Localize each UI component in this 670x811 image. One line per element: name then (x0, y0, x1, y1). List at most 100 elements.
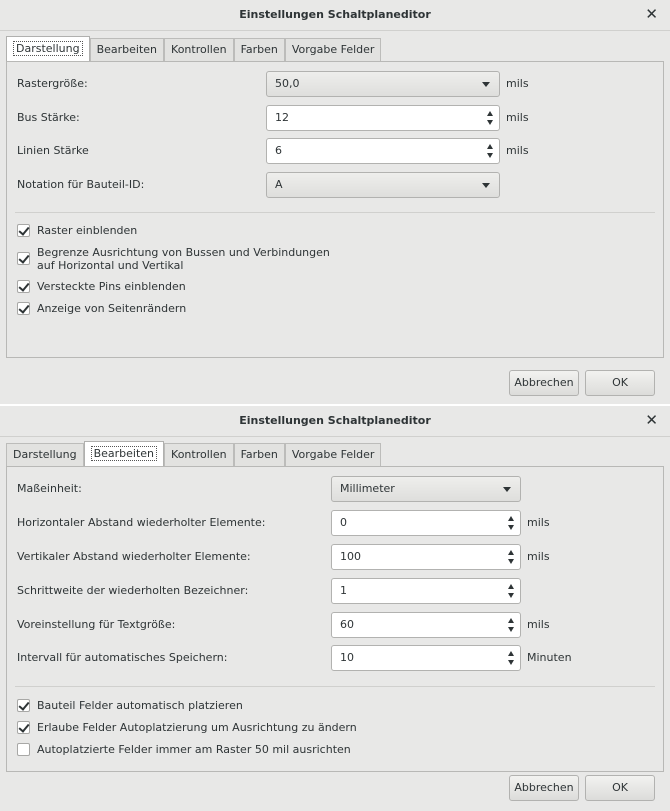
tab-label: Vorgabe Felder (291, 448, 375, 461)
grid-size-value: 50,0 (275, 77, 300, 90)
tab-panel: Maßeinheit: Millimeter Horizontaler Abst… (6, 466, 664, 772)
spin-down-icon[interactable] (508, 627, 514, 632)
tab-kontrollen[interactable]: Kontrollen (164, 38, 234, 61)
ref-notation-combo[interactable]: A (266, 172, 500, 198)
autosave-label: Intervall für automatisches Speichern: (17, 651, 228, 664)
ref-notation-row: Notation für Bauteil-ID: A (15, 172, 655, 198)
page-borders-checkbox[interactable] (17, 302, 30, 315)
hidden-pins-label: Versteckte Pins einblenden (37, 280, 186, 293)
tab-label: Vorgabe Felder (291, 43, 375, 56)
ok-button[interactable]: OK (585, 370, 655, 396)
spin-down-icon[interactable] (508, 593, 514, 598)
chevron-down-icon (482, 82, 490, 87)
auto-place-checkbox[interactable] (17, 699, 30, 712)
tab-vorgabe-felder[interactable]: Vorgabe Felder (284, 443, 382, 466)
grid-size-label: Rastergröße: (17, 77, 88, 90)
spin-down-icon[interactable] (487, 120, 493, 125)
spin-down-icon[interactable] (508, 660, 514, 665)
spin-up-icon[interactable] (487, 144, 493, 149)
tab-farben[interactable]: Farben (233, 38, 285, 61)
spin-down-icon[interactable] (487, 153, 493, 158)
spin-up-icon[interactable] (508, 516, 514, 521)
h-step-spinbox[interactable]: 0 (331, 510, 521, 536)
spin-down-icon[interactable] (508, 559, 514, 564)
tab-bar: Darstellung Bearbeiten Kontrollen Farben… (6, 441, 382, 466)
dialog-title: Einstellungen Schaltplaneditor (239, 8, 431, 21)
cancel-button[interactable]: Abbrechen (509, 775, 579, 801)
line-width-row: Linien Stärke 6 mils (15, 138, 655, 164)
autosave-value: 10 (340, 651, 354, 664)
h-step-value: 0 (340, 516, 347, 529)
autosave-row: Intervall für automatisches Speichern: 1… (15, 645, 655, 671)
bus-width-label: Bus Stärke: (17, 111, 80, 124)
unit-value: Millimeter (340, 482, 395, 495)
ref-notation-label: Notation für Bauteil-ID: (17, 178, 145, 191)
restrict-bus-checkbox[interactable] (17, 252, 30, 265)
line-width-spinbox[interactable]: 6 (266, 138, 500, 164)
v-step-spinbox[interactable]: 100 (331, 544, 521, 570)
tab-label: Darstellung (13, 41, 83, 56)
allow-justify-checkbox[interactable] (17, 721, 30, 734)
tab-bearbeiten[interactable]: Bearbeiten (89, 38, 165, 61)
tab-farben[interactable]: Farben (233, 443, 285, 466)
h-step-unit: mils (527, 516, 550, 529)
line-width-unit: mils (506, 144, 529, 157)
ok-button[interactable]: OK (585, 775, 655, 801)
cancel-button[interactable]: Abbrechen (509, 370, 579, 396)
chevron-down-icon (482, 183, 490, 188)
tab-label: Kontrollen (171, 448, 227, 461)
bus-width-unit: mils (506, 111, 529, 124)
label-step-value: 1 (340, 584, 347, 597)
text-size-spinbox[interactable]: 60 (331, 612, 521, 638)
line-width-label: Linien Stärke (17, 144, 89, 157)
tab-darstellung[interactable]: Darstellung (6, 36, 90, 61)
spin-up-icon[interactable] (508, 550, 514, 555)
unit-combo[interactable]: Millimeter (331, 476, 521, 502)
spin-up-icon[interactable] (487, 111, 493, 116)
tab-bar: Darstellung Bearbeiten Kontrollen Farben… (6, 36, 382, 61)
line-width-value: 6 (275, 144, 282, 157)
tab-kontrollen[interactable]: Kontrollen (164, 443, 234, 466)
titlebar: Einstellungen Schaltplaneditor ✕ (0, 406, 670, 437)
v-step-unit: mils (527, 550, 550, 563)
tab-label: Farben (240, 43, 278, 56)
bus-width-spinbox[interactable]: 12 (266, 105, 500, 131)
close-icon[interactable]: ✕ (645, 6, 658, 22)
grid-size-combo[interactable]: 50,0 (266, 71, 500, 97)
bus-width-value: 12 (275, 111, 289, 124)
tab-label: Bearbeiten (90, 446, 158, 461)
tab-darstellung[interactable]: Darstellung (6, 443, 84, 466)
hidden-pins-checkbox[interactable] (17, 280, 30, 293)
v-step-label: Vertikaler Abstand wiederholter Elemente… (17, 550, 251, 563)
spin-up-icon[interactable] (508, 651, 514, 656)
show-grid-checkbox[interactable] (17, 224, 30, 237)
tab-label: Darstellung (13, 448, 77, 461)
auto-place-label: Bauteil Felder automatisch platzieren (37, 699, 243, 712)
label-step-spinbox[interactable]: 1 (331, 578, 521, 604)
tab-label: Bearbeiten (96, 43, 158, 56)
divider (15, 686, 655, 687)
titlebar: Einstellungen Schaltplaneditor ✕ (0, 0, 670, 31)
label-step-row: Schrittweite der wiederholten Bezeichner… (15, 578, 655, 604)
show-grid-label: Raster einblenden (37, 224, 138, 237)
v-step-row: Vertikaler Abstand wiederholter Elemente… (15, 544, 655, 570)
tab-bearbeiten[interactable]: Bearbeiten (83, 441, 165, 466)
h-step-label: Horizontaler Abstand wiederholter Elemen… (17, 516, 266, 529)
align-grid-checkbox[interactable] (17, 743, 30, 756)
settings-dialog-display: Einstellungen Schaltplaneditor ✕ Darstel… (0, 0, 670, 404)
allow-justify-label: Erlaube Felder Autoplatzierung um Ausric… (37, 721, 357, 734)
spin-up-icon[interactable] (508, 618, 514, 623)
autosave-unit: Minuten (527, 651, 572, 664)
tab-label: Farben (240, 448, 278, 461)
tab-panel: Rastergröße: 50,0 mils Bus Stärke: 12 mi… (6, 61, 664, 358)
close-icon[interactable]: ✕ (645, 412, 658, 428)
tab-label: Kontrollen (171, 43, 227, 56)
spin-down-icon[interactable] (508, 525, 514, 530)
chevron-down-icon (503, 487, 511, 492)
autosave-spinbox[interactable]: 10 (331, 645, 521, 671)
tab-vorgabe-felder[interactable]: Vorgabe Felder (284, 38, 382, 61)
text-size-label: Voreinstellung für Textgröße: (17, 618, 176, 631)
spin-up-icon[interactable] (508, 584, 514, 589)
page-borders-label: Anzeige von Seitenrändern (37, 302, 187, 315)
v-step-value: 100 (340, 550, 361, 563)
